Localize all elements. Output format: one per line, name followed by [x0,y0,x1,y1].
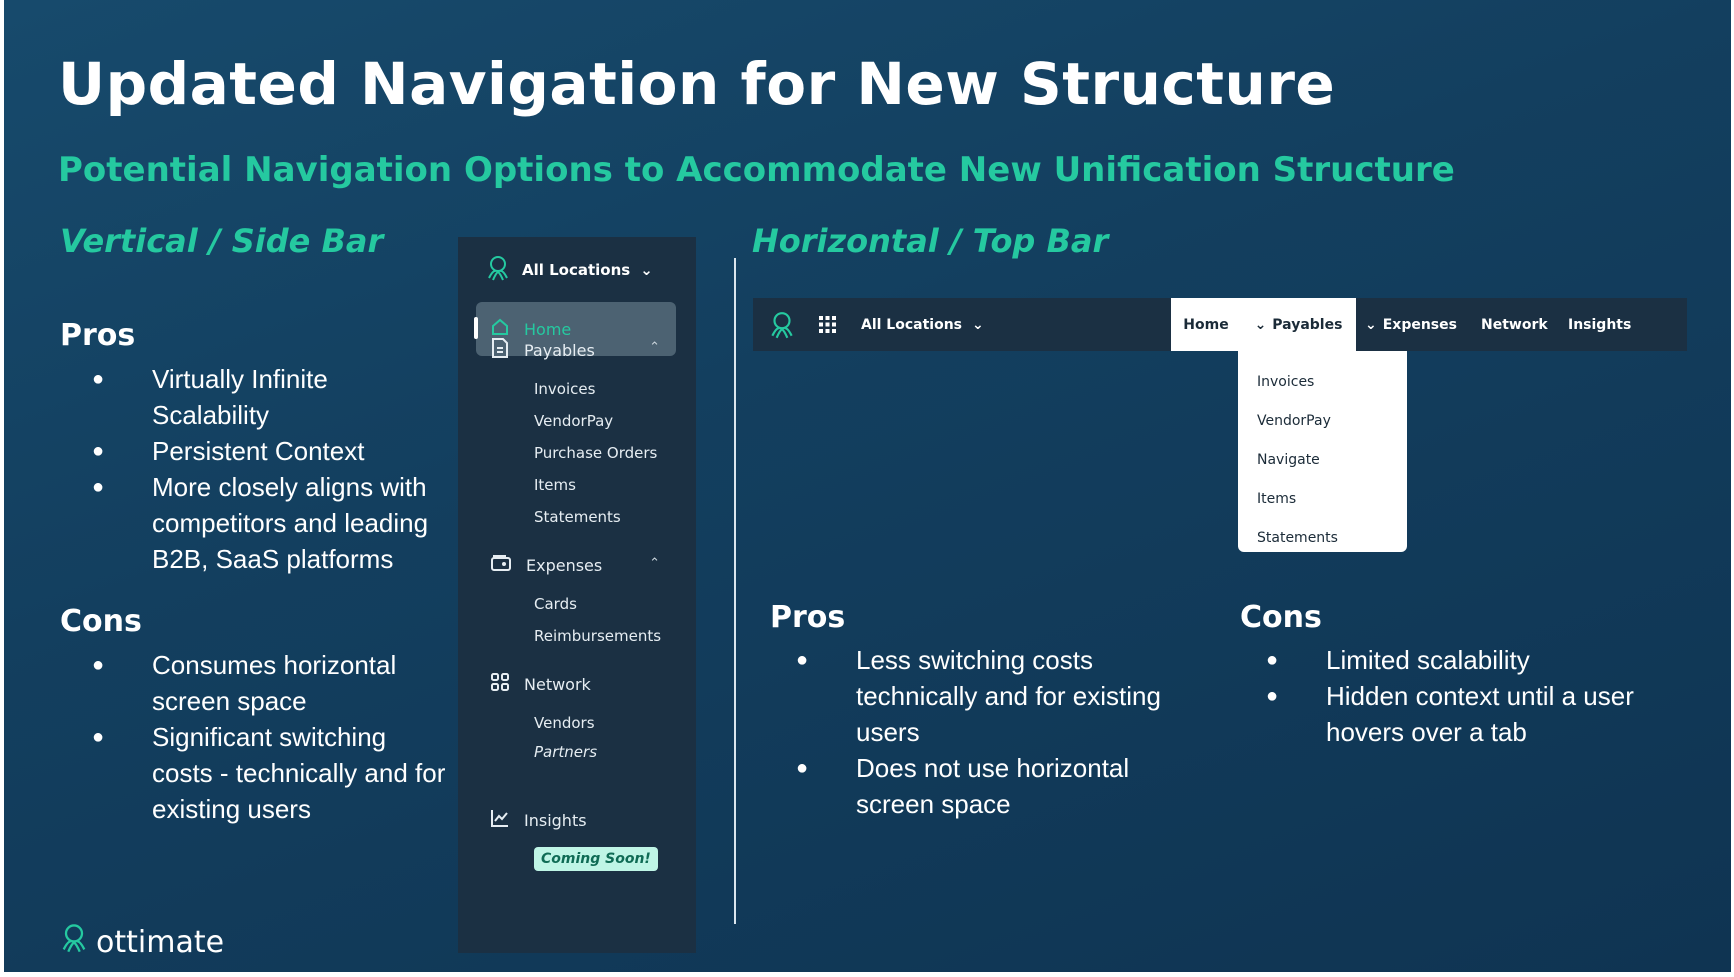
chevron-down-icon: ⌄ [640,261,653,279]
chevron-up-icon[interactable]: ⌃ [649,340,660,355]
sidebar-item-label: Home [524,319,572,339]
list-item: Hidden context until a user hovers over … [1240,678,1660,750]
vertical-pros-heading: Pros [60,318,136,353]
chevron-down-icon: ⌄ [1365,316,1377,333]
list-item: Virtually Infinite Scalability [66,361,446,433]
horizontal-pros-list: Less switching costs technically and for… [770,642,1190,822]
horizontal-cons-heading: Cons [1240,600,1322,635]
coming-soon-badge: Coming Soon! [534,847,658,871]
sidebar-item-label: Insights [524,810,587,830]
location-label: All Locations [861,316,963,333]
sidebar-subitem-invoices[interactable]: Invoices [534,380,595,398]
sidebar-subitem-statements[interactable]: Statements [534,508,621,526]
list-item: Persistent Context [66,433,446,469]
tab-label: Payables [1272,316,1343,333]
menu-item-statements[interactable]: Statements [1257,530,1338,546]
sidebar-subitem-partners: Partners [534,743,598,761]
chevron-down-icon: ⌄ [1254,316,1267,333]
menu-item-navigate[interactable]: Navigate [1257,452,1320,468]
sidebar-item-label: Network [524,674,591,694]
tab-home[interactable]: Home [1171,298,1241,351]
sidebar-item-label: Expenses [526,555,603,575]
sidebar-item-network[interactable]: Network [490,672,591,696]
slide-subtitle: Potential Navigation Options to Accommod… [58,150,1455,190]
menu-item-items[interactable]: Items [1257,491,1296,507]
tab-network[interactable]: Network [1481,298,1548,351]
sidebar-item-expenses[interactable]: Expenses [490,553,602,577]
list-item: Less switching costs technically and for… [770,642,1190,750]
sidebar-item-insights[interactable]: Insights [490,808,587,832]
sidebar-subitem-vendors[interactable]: Vendors [534,714,595,732]
list-item: Significant switching costs - technicall… [66,719,446,827]
sidebar-nav: All Locations ⌄ Home Payables ⌃ Invoices… [458,237,696,953]
tab-payables[interactable]: ⌄ Payables [1241,298,1356,351]
apps-grid-icon[interactable] [819,316,836,337]
octopus-logo-icon [484,254,512,286]
wallet-icon [490,553,512,577]
slide-title: Updated Navigation for New Structure [58,50,1336,118]
brand-logo: ottimate [58,922,224,962]
sidebar-subitem-items[interactable]: Items [534,476,576,494]
octopus-logo-icon [58,922,90,962]
slide: Updated Navigation for New Structure Pot… [4,0,1731,972]
menu-item-vendorpay[interactable]: VendorPay [1257,413,1331,429]
sidebar-subitem-vendorpay[interactable]: VendorPay [534,412,613,430]
brand-wordmark: ottimate [96,924,225,960]
vertical-heading: Vertical / Side Bar [60,222,384,260]
list-item: Does not use horizontal screen space [770,750,1190,822]
sidebar-item-label: Payables [524,340,595,360]
horizontal-pros-heading: Pros [770,600,846,635]
tab-label: Expenses [1382,316,1457,333]
active-indicator [474,317,478,339]
horizontal-cons-list: Limited scalability Hidden context until… [1240,642,1660,750]
sidebar-subitem-purchase-orders[interactable]: Purchase Orders [534,444,657,462]
tab-insights[interactable]: Insights [1568,298,1631,351]
chevron-up-icon[interactable]: ⌃ [649,556,660,571]
location-label: All Locations [522,261,631,279]
location-selector[interactable]: All Locations ⌄ [484,255,653,285]
octopus-logo-icon [767,310,797,344]
tab-expenses[interactable]: ⌄ Expenses [1365,298,1457,351]
vertical-pros-list: Virtually Infinite Scalability Persisten… [66,361,446,577]
location-selector[interactable]: All Locations ⌄ [861,298,984,351]
sidebar-subitem-reimbursements[interactable]: Reimbursements [534,627,661,645]
sidebar-item-payables[interactable]: Payables [490,337,595,363]
horizontal-heading: Horizontal / Top Bar [752,222,1109,260]
menu-item-invoices[interactable]: Invoices [1257,374,1314,390]
list-item: More closely aligns with competitors and… [66,469,446,577]
sidebar-subitem-cards[interactable]: Cards [534,595,577,613]
divider [734,258,736,924]
payables-dropdown-menu: Invoices VendorPay Navigate Items Statem… [1238,351,1407,552]
list-item: Consumes horizontal screen space [66,647,446,719]
vertical-cons-heading: Cons [60,604,142,639]
document-icon [490,337,510,363]
chart-icon [490,808,510,832]
chevron-down-icon: ⌄ [972,316,984,333]
grid-icon [490,672,510,696]
list-item: Limited scalability [1240,642,1660,678]
top-nav-bar: All Locations ⌄ Home ⌄ Payables ⌄ Expens… [753,298,1687,351]
vertical-cons-list: Consumes horizontal screen space Signifi… [66,647,446,827]
